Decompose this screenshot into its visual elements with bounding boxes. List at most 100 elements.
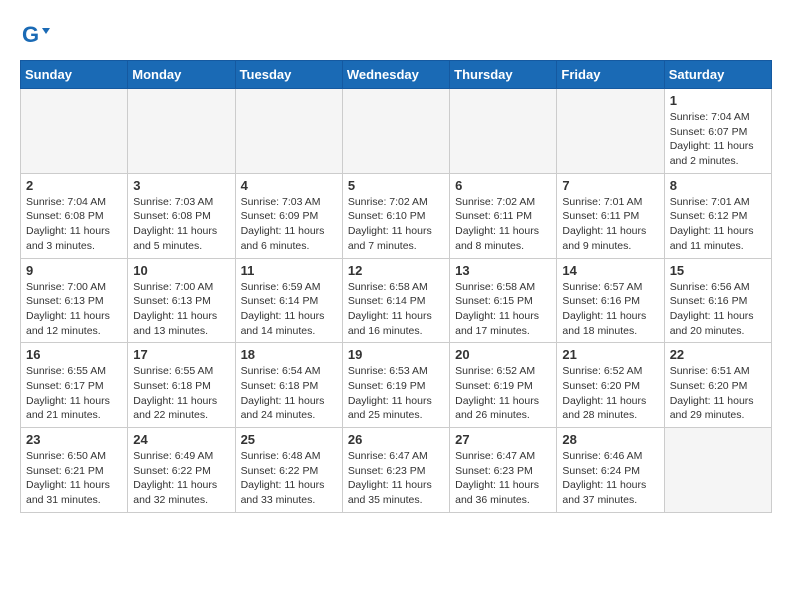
weekday-tuesday: Tuesday (235, 61, 342, 89)
calendar-day-19: 19 Sunrise: 6:53 AM Sunset: 6:19 PM Dayli… (342, 343, 449, 428)
day-number: 1 (670, 93, 766, 108)
day-number: 12 (348, 263, 444, 278)
calendar-day-17: 17 Sunrise: 6:55 AM Sunset: 6:18 PM Dayli… (128, 343, 235, 428)
logo-icon: G (20, 20, 50, 50)
weekday-header-row: SundayMondayTuesdayWednesdayThursdayFrid… (21, 61, 772, 89)
calendar-day-22: 22 Sunrise: 6:51 AM Sunset: 6:20 PM Dayli… (664, 343, 771, 428)
day-info: Sunrise: 6:57 AM Sunset: 6:16 PM Dayligh… (562, 280, 658, 339)
calendar-day-14: 14Sunrise: 6:57 AM Sunset: 6:16 PM Dayli… (557, 258, 664, 343)
day-info: Sunrise: 6:52 AM Sunset: 6:20 PM Dayligh… (562, 364, 658, 423)
weekday-saturday: Saturday (664, 61, 771, 89)
svg-text:G: G (22, 22, 39, 47)
day-info: Sunrise: 7:00 AM Sunset: 6:13 PM Dayligh… (26, 280, 122, 339)
day-number: 19 (348, 347, 444, 362)
day-info: Sunrise: 6:59 AM Sunset: 6:14 PM Dayligh… (241, 280, 337, 339)
weekday-sunday: Sunday (21, 61, 128, 89)
day-number: 20 (455, 347, 551, 362)
calendar-day-16: 16 Sunrise: 6:55 AM Sunset: 6:17 PM Dayli… (21, 343, 128, 428)
day-info: Sunrise: 6:53 AM Sunset: 6:19 PM Dayligh… (348, 364, 444, 423)
day-info: Sunrise: 6:58 AM Sunset: 6:14 PM Dayligh… (348, 280, 444, 339)
day-number: 13 (455, 263, 551, 278)
calendar-day-7: 7 Sunrise: 7:01 AM Sunset: 6:11 PM Daylig… (557, 173, 664, 258)
day-number: 10 (133, 263, 229, 278)
day-number: 5 (348, 178, 444, 193)
calendar-day-15: 15 Sunrise: 6:56 AM Sunset: 6:16 PM Dayli… (664, 258, 771, 343)
day-info: Sunrise: 6:55 AM Sunset: 6:18 PM Dayligh… (133, 364, 229, 423)
calendar-day-24: 24 Sunrise: 6:49 AM Sunset: 6:22 PM Dayli… (128, 428, 235, 513)
day-info: Sunrise: 7:03 AM Sunset: 6:08 PM Dayligh… (133, 195, 229, 254)
calendar-day-4: 4 Sunrise: 7:03 AM Sunset: 6:09 PM Daylig… (235, 173, 342, 258)
day-info: Sunrise: 6:54 AM Sunset: 6:18 PM Dayligh… (241, 364, 337, 423)
day-info: Sunrise: 7:04 AM Sunset: 6:08 PM Dayligh… (26, 195, 122, 254)
calendar-day-5: 5 Sunrise: 7:02 AM Sunset: 6:10 PM Daylig… (342, 173, 449, 258)
calendar-day-6: 6Sunrise: 7:02 AM Sunset: 6:11 PM Daylig… (450, 173, 557, 258)
calendar-week-1: 1 Sunrise: 7:04 AM Sunset: 6:07 PM Daylig… (21, 89, 772, 174)
calendar-week-4: 16 Sunrise: 6:55 AM Sunset: 6:17 PM Dayli… (21, 343, 772, 428)
day-info: Sunrise: 6:51 AM Sunset: 6:20 PM Dayligh… (670, 364, 766, 423)
calendar-week-5: 23 Sunrise: 6:50 AM Sunset: 6:21 PM Dayli… (21, 428, 772, 513)
day-number: 23 (26, 432, 122, 447)
day-number: 26 (348, 432, 444, 447)
calendar-day-20: 20 Sunrise: 6:52 AM Sunset: 6:19 PM Dayli… (450, 343, 557, 428)
day-number: 25 (241, 432, 337, 447)
day-number: 16 (26, 347, 122, 362)
day-number: 9 (26, 263, 122, 278)
calendar-day-18: 18 Sunrise: 6:54 AM Sunset: 6:18 PM Dayli… (235, 343, 342, 428)
day-number: 3 (133, 178, 229, 193)
calendar-day-2: 2Sunrise: 7:04 AM Sunset: 6:08 PM Daylig… (21, 173, 128, 258)
weekday-monday: Monday (128, 61, 235, 89)
calendar-day-10: 10 Sunrise: 7:00 AM Sunset: 6:13 PM Dayli… (128, 258, 235, 343)
day-info: Sunrise: 6:52 AM Sunset: 6:19 PM Dayligh… (455, 364, 551, 423)
day-info: Sunrise: 7:04 AM Sunset: 6:07 PM Dayligh… (670, 110, 766, 169)
day-info: Sunrise: 6:56 AM Sunset: 6:16 PM Dayligh… (670, 280, 766, 339)
day-info: Sunrise: 6:46 AM Sunset: 6:24 PM Dayligh… (562, 449, 658, 508)
calendar-day-27: 27Sunrise: 6:47 AM Sunset: 6:23 PM Dayli… (450, 428, 557, 513)
day-info: Sunrise: 6:58 AM Sunset: 6:15 PM Dayligh… (455, 280, 551, 339)
day-number: 11 (241, 263, 337, 278)
day-number: 24 (133, 432, 229, 447)
calendar-week-3: 9 Sunrise: 7:00 AM Sunset: 6:13 PM Daylig… (21, 258, 772, 343)
day-info: Sunrise: 6:55 AM Sunset: 6:17 PM Dayligh… (26, 364, 122, 423)
day-number: 17 (133, 347, 229, 362)
day-number: 28 (562, 432, 658, 447)
day-info: Sunrise: 7:03 AM Sunset: 6:09 PM Dayligh… (241, 195, 337, 254)
calendar-day-12: 12 Sunrise: 6:58 AM Sunset: 6:14 PM Dayli… (342, 258, 449, 343)
day-number: 4 (241, 178, 337, 193)
day-info: Sunrise: 7:01 AM Sunset: 6:11 PM Dayligh… (562, 195, 658, 254)
calendar-day-3: 3 Sunrise: 7:03 AM Sunset: 6:08 PM Daylig… (128, 173, 235, 258)
day-info: Sunrise: 7:01 AM Sunset: 6:12 PM Dayligh… (670, 195, 766, 254)
calendar-day-25: 25 Sunrise: 6:48 AM Sunset: 6:22 PM Dayli… (235, 428, 342, 513)
day-number: 15 (670, 263, 766, 278)
calendar-day-11: 11 Sunrise: 6:59 AM Sunset: 6:14 PM Dayli… (235, 258, 342, 343)
calendar-day-23: 23 Sunrise: 6:50 AM Sunset: 6:21 PM Dayli… (21, 428, 128, 513)
day-number: 22 (670, 347, 766, 362)
day-info: Sunrise: 6:49 AM Sunset: 6:22 PM Dayligh… (133, 449, 229, 508)
calendar-day-8: 8Sunrise: 7:01 AM Sunset: 6:12 PM Daylig… (664, 173, 771, 258)
day-info: Sunrise: 6:47 AM Sunset: 6:23 PM Dayligh… (455, 449, 551, 508)
weekday-friday: Friday (557, 61, 664, 89)
calendar-day-21: 21 Sunrise: 6:52 AM Sunset: 6:20 PM Dayli… (557, 343, 664, 428)
page-header: G (20, 20, 772, 50)
calendar-day-empty (21, 89, 128, 174)
day-info: Sunrise: 6:48 AM Sunset: 6:22 PM Dayligh… (241, 449, 337, 508)
logo: G (20, 20, 54, 50)
day-info: Sunrise: 7:02 AM Sunset: 6:10 PM Dayligh… (348, 195, 444, 254)
calendar-day-26: 26 Sunrise: 6:47 AM Sunset: 6:23 PM Dayli… (342, 428, 449, 513)
calendar-day-empty (664, 428, 771, 513)
day-number: 7 (562, 178, 658, 193)
calendar-day-1: 1 Sunrise: 7:04 AM Sunset: 6:07 PM Daylig… (664, 89, 771, 174)
calendar-week-2: 2Sunrise: 7:04 AM Sunset: 6:08 PM Daylig… (21, 173, 772, 258)
day-info: Sunrise: 6:50 AM Sunset: 6:21 PM Dayligh… (26, 449, 122, 508)
day-number: 18 (241, 347, 337, 362)
day-info: Sunrise: 7:00 AM Sunset: 6:13 PM Dayligh… (133, 280, 229, 339)
calendar-day-empty (342, 89, 449, 174)
day-number: 21 (562, 347, 658, 362)
calendar-day-9: 9 Sunrise: 7:00 AM Sunset: 6:13 PM Daylig… (21, 258, 128, 343)
day-info: Sunrise: 6:47 AM Sunset: 6:23 PM Dayligh… (348, 449, 444, 508)
weekday-thursday: Thursday (450, 61, 557, 89)
day-number: 6 (455, 178, 551, 193)
calendar-day-13: 13 Sunrise: 6:58 AM Sunset: 6:15 PM Dayli… (450, 258, 557, 343)
calendar-day-empty (128, 89, 235, 174)
calendar-day-28: 28 Sunrise: 6:46 AM Sunset: 6:24 PM Dayli… (557, 428, 664, 513)
weekday-wednesday: Wednesday (342, 61, 449, 89)
